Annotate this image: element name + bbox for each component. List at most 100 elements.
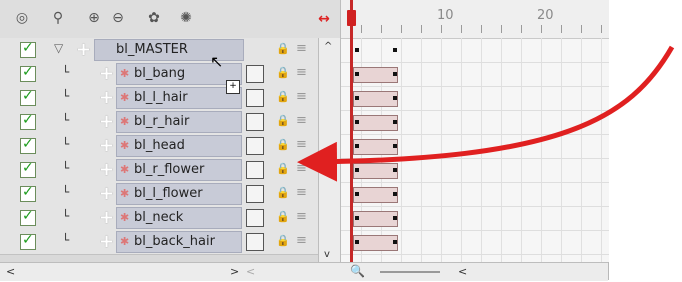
layer-row[interactable]: └ + ✱ bl_neck 🔒 ≡: [0, 206, 340, 231]
layer-row[interactable]: └ + ✱ bl_head 🔒 ≡: [0, 134, 340, 159]
enable-checkbox[interactable]: [20, 64, 36, 82]
remove-layer-icon[interactable]: ⊖: [108, 8, 128, 28]
layer-stack-icon[interactable]: ≡: [296, 113, 307, 128]
lock-icon[interactable]: 🔒: [276, 162, 290, 175]
keyframe-marker[interactable]: [355, 192, 359, 196]
layer-color-swatch[interactable]: [246, 113, 264, 131]
layer-color-swatch[interactable]: [246, 185, 264, 203]
add-layer-icon[interactable]: ⊕: [84, 8, 104, 28]
lock-icon[interactable]: 🔒: [276, 42, 290, 55]
layer-stack-icon[interactable]: ≡: [296, 233, 307, 248]
layer-row[interactable]: └ + ✱ bl_bang 🔒 ≡: [0, 62, 340, 87]
lock-icon[interactable]: 🔒: [276, 234, 290, 247]
lock-icon[interactable]: 🔒: [276, 66, 290, 79]
add-icon[interactable]: +: [99, 183, 114, 204]
exposure-block[interactable]: [353, 211, 398, 227]
keyframe-marker[interactable]: [393, 96, 397, 100]
playhead[interactable]: [350, 0, 353, 262]
keyframe-marker[interactable]: [393, 216, 397, 220]
keyframe-marker[interactable]: [393, 48, 397, 52]
enable-checkbox[interactable]: [20, 40, 36, 58]
layer-color-swatch[interactable]: [246, 161, 264, 179]
keyframe-marker[interactable]: [393, 144, 397, 148]
expand-collapse-icon[interactable]: ↔: [314, 9, 334, 29]
binoculars-icon[interactable]: ◎: [12, 8, 32, 28]
frame-row[interactable]: [341, 38, 609, 63]
layer-row[interactable]: └ + ✱ bl_l_flower 🔒 ≡: [0, 182, 340, 207]
keyframe-marker[interactable]: [355, 96, 359, 100]
zoom-magnifier-icon[interactable]: 🔍: [350, 264, 365, 278]
xsheet-timeline[interactable]: 10 20: [340, 0, 609, 262]
frame-ruler[interactable]: 10 20: [341, 0, 609, 39]
add-icon[interactable]: +: [99, 207, 114, 228]
enable-checkbox[interactable]: [20, 160, 36, 178]
layer-stack-icon[interactable]: ≡: [296, 209, 307, 224]
keyframe-marker[interactable]: [393, 120, 397, 124]
layer-stack-icon[interactable]: ≡: [296, 41, 307, 56]
layer-stack-icon[interactable]: ≡: [296, 137, 307, 152]
add-icon[interactable]: +: [99, 63, 114, 84]
keyframe-marker[interactable]: [355, 120, 359, 124]
layer-stack-icon[interactable]: ≡: [296, 89, 307, 104]
enable-checkbox[interactable]: [20, 88, 36, 106]
scroll-right-arrow[interactable]: >: [230, 265, 239, 278]
frame-row[interactable]: [341, 158, 609, 183]
layer-row[interactable]: └ + ✱ bl_l_hair 🔒 ≡: [0, 86, 340, 111]
add-icon[interactable]: +: [99, 135, 114, 156]
scroll-left-arrow-secondary[interactable]: <: [246, 265, 255, 278]
timeline-scroll-left-arrow[interactable]: <: [458, 265, 467, 278]
layer-row[interactable]: └ + ✱ bl_r_hair 🔒 ≡: [0, 110, 340, 135]
keyframe-marker[interactable]: [393, 192, 397, 196]
frame-row[interactable]: [341, 134, 609, 159]
enable-checkbox[interactable]: [20, 112, 36, 130]
keyframe-marker[interactable]: [393, 72, 397, 76]
layer-color-swatch[interactable]: [246, 89, 264, 107]
lock-icon[interactable]: 🔒: [276, 138, 290, 151]
keyframe-marker[interactable]: [393, 240, 397, 244]
layer-color-swatch[interactable]: [246, 209, 264, 227]
layer-row[interactable]: └ + ✱ bl_r_flower 🔒 ≡: [0, 158, 340, 183]
lock-icon[interactable]: 🔒: [276, 186, 290, 199]
zoom-slider[interactable]: [380, 271, 440, 273]
keyframe-marker[interactable]: [393, 168, 397, 172]
layer-color-swatch[interactable]: [246, 137, 264, 155]
frame-row[interactable]: [341, 110, 609, 135]
add-icon[interactable]: +: [99, 231, 114, 252]
layer-stack-icon[interactable]: ≡: [296, 185, 307, 200]
frame-row[interactable]: [341, 182, 609, 207]
color-reset-icon[interactable]: ✺: [176, 8, 196, 28]
exposure-block[interactable]: [353, 163, 398, 179]
timeline-horizontal-scrollbar[interactable]: 🔍 <: [340, 262, 608, 281]
frame-row[interactable]: [341, 230, 609, 255]
layer-color-swatch[interactable]: [246, 233, 264, 251]
exposure-block[interactable]: [353, 91, 398, 107]
exposure-block[interactable]: [353, 235, 398, 251]
magnet-icon[interactable]: ⚲: [48, 8, 68, 28]
keyframe-marker[interactable]: [355, 144, 359, 148]
layer-vertical-scrollbar[interactable]: ^ v: [318, 38, 341, 262]
keyframe-marker[interactable]: [355, 216, 359, 220]
add-icon[interactable]: +: [99, 111, 114, 132]
enable-checkbox[interactable]: [20, 184, 36, 202]
scroll-up-arrow[interactable]: ^: [324, 41, 332, 52]
keyframe-marker[interactable]: [355, 168, 359, 172]
layer-horizontal-scrollbar[interactable]: < > <: [0, 262, 340, 281]
frame-row[interactable]: [341, 86, 609, 111]
keyframe-marker[interactable]: [355, 240, 359, 244]
keyframe-marker[interactable]: [355, 72, 359, 76]
frame-row[interactable]: [341, 206, 609, 231]
lock-icon[interactable]: 🔒: [276, 90, 290, 103]
keyframe-marker[interactable]: [355, 48, 359, 52]
expand-triangle-icon[interactable]: ▽: [54, 41, 63, 55]
enable-checkbox[interactable]: [20, 208, 36, 226]
enable-checkbox[interactable]: [20, 232, 36, 250]
playhead-handle[interactable]: [347, 10, 356, 26]
enable-checkbox[interactable]: [20, 136, 36, 154]
layer-stack-icon[interactable]: ≡: [296, 161, 307, 176]
add-icon[interactable]: +: [99, 87, 114, 108]
scroll-left-arrow[interactable]: <: [6, 265, 15, 278]
exposure-block[interactable]: [353, 139, 398, 155]
color-icon[interactable]: ✿: [144, 8, 164, 28]
layer-row[interactable]: ▽ + bl_MASTER 🔒 ≡: [0, 38, 340, 63]
add-icon[interactable]: +: [99, 159, 114, 180]
